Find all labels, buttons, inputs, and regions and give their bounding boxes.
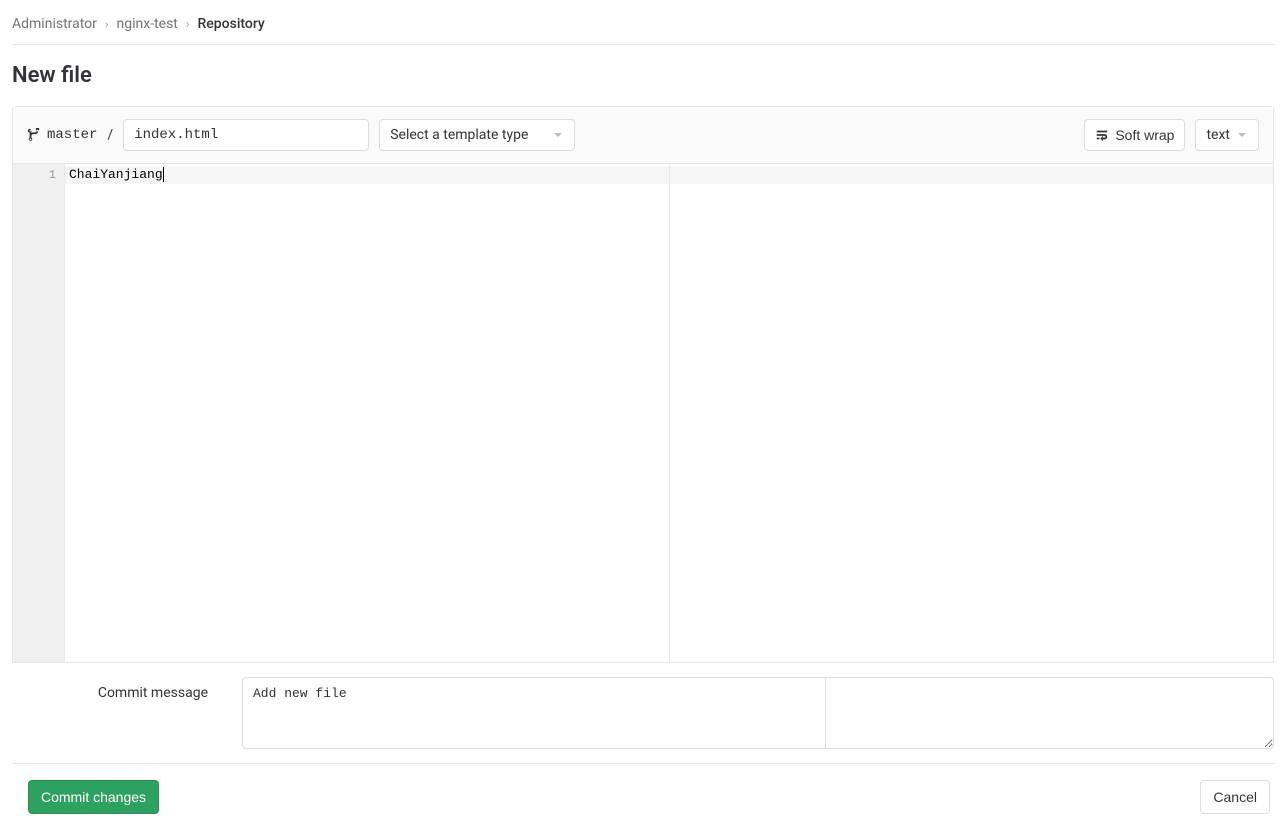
chevron-down-icon <box>552 129 564 141</box>
filename-input[interactable] <box>123 119 369 151</box>
soft-wrap-label: Soft wrap <box>1115 127 1174 143</box>
filetype-label: text <box>1206 127 1230 143</box>
breadcrumb-link-project[interactable]: nginx-test <box>117 16 178 32</box>
code-line: ChaiYanjiang <box>69 167 164 182</box>
code-editor[interactable]: ChaiYanjiang <box>65 164 1273 662</box>
page-title: New file <box>12 63 1274 88</box>
template-type-select[interactable]: Select a template type <box>379 119 575 151</box>
commit-message-label: Commit message <box>12 677 212 701</box>
breadcrumb-separator: › <box>186 17 190 31</box>
branch-label: master <box>27 127 97 143</box>
path-separator: / <box>107 127 113 143</box>
breadcrumb: Administrator › nginx-test › Repository <box>12 12 1274 45</box>
line-number-gutter: 1 <box>13 164 65 662</box>
action-bar: Commit changes Cancel <box>12 763 1274 824</box>
line-number: 1 <box>13 166 56 184</box>
commit-message-section: Commit message <box>12 663 1274 763</box>
chevron-down-icon <box>1236 129 1248 141</box>
breadcrumb-link-owner[interactable]: Administrator <box>12 16 97 32</box>
editor-header: master / Select a template type Soft wra… <box>13 107 1273 164</box>
filetype-select[interactable]: text <box>1195 119 1259 151</box>
template-select-label: Select a template type <box>390 127 528 143</box>
breadcrumb-current: Repository <box>198 16 265 32</box>
wrap-icon <box>1095 128 1109 142</box>
editor-body: 1 ChaiYanjiang <box>13 164 1273 662</box>
print-margin-line <box>669 164 670 662</box>
breadcrumb-separator: › <box>105 17 109 31</box>
soft-wrap-button[interactable]: Soft wrap <box>1084 119 1185 151</box>
branch-icon <box>27 128 41 142</box>
editor-container: master / Select a template type Soft wra… <box>12 106 1274 663</box>
commit-description-input[interactable] <box>825 677 1274 749</box>
commit-message-input[interactable] <box>242 677 825 749</box>
branch-name: master <box>47 127 97 143</box>
commit-textarea-group <box>242 677 1274 749</box>
commit-changes-button[interactable]: Commit changes <box>28 780 159 814</box>
cancel-button[interactable]: Cancel <box>1200 780 1270 814</box>
